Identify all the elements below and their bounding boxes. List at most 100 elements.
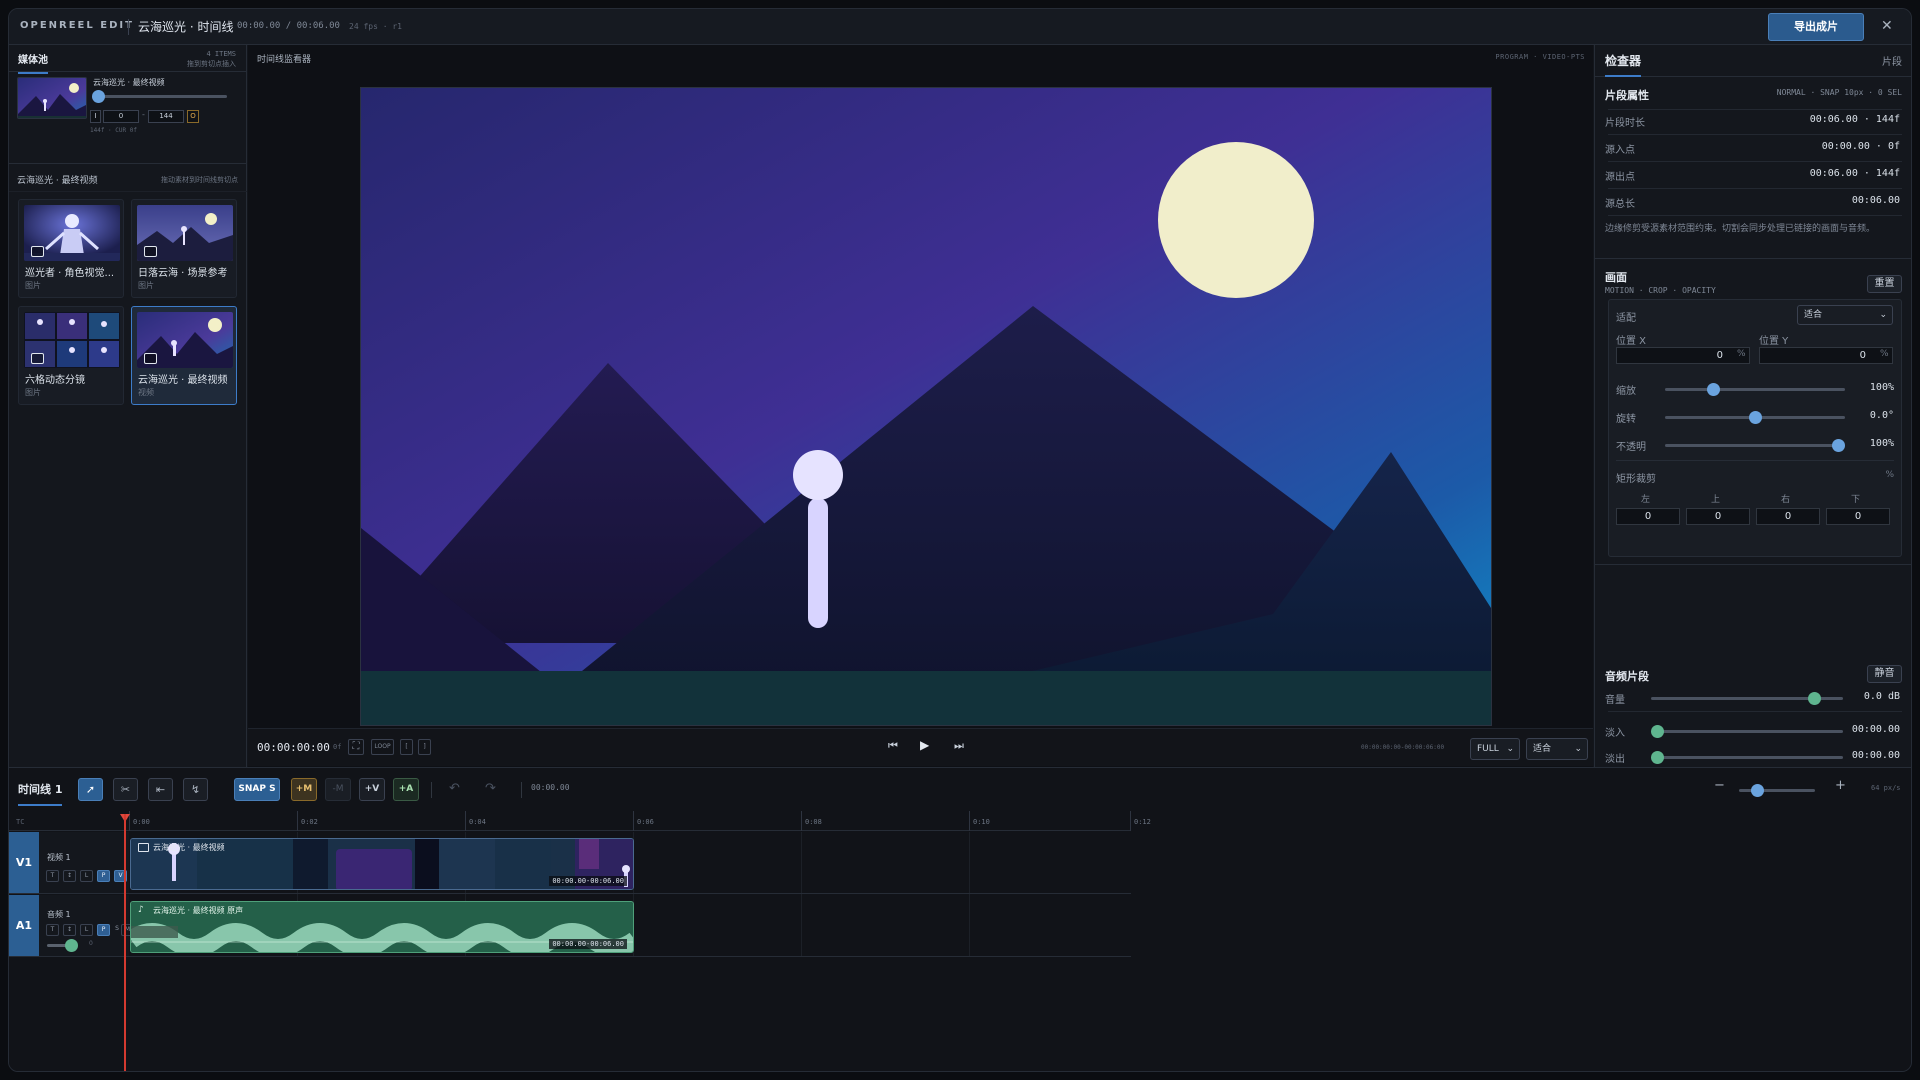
select-tool-icon[interactable]: ➚ [78,778,103,801]
frame-title: 画面 [1605,271,1627,284]
fade-in-label: 淡入 [1605,728,1625,739]
timeline-timecode: 00:00.00 [531,783,570,792]
loop-button[interactable]: LOOP [371,739,394,755]
source-thumbnail[interactable] [17,77,87,119]
zoom-in-icon[interactable]: + [1835,778,1846,793]
track-button[interactable]: T [46,870,59,882]
media-item-selected[interactable]: 云海巡光 · 最终视频 视频 [131,306,237,405]
crop-right-label: 右 [1781,495,1791,505]
clip-properties-section: 片段属性 NORMAL · SNAP 10px · 0 SEL 片段时长 00:… [1595,77,1911,259]
volume-slider[interactable] [1651,692,1843,705]
track-button[interactable]: P [97,924,110,936]
rotation-handle[interactable] [1748,411,1762,424]
opacity-handle[interactable] [1832,439,1845,452]
close-icon[interactable]: ✕ [1881,18,1893,34]
export-button[interactable]: 导出成片 [1768,13,1864,41]
ruler-label: TC [16,818,25,826]
skip-end-icon[interactable]: ⏭ [954,739,964,753]
tab-inspector[interactable]: 检查器 [1605,52,1642,77]
track-button[interactable]: ↕ [63,870,76,882]
zoom-handle[interactable] [1751,784,1764,797]
track-volume-slider[interactable] [47,939,78,952]
track-volume-handle[interactable] [65,939,78,952]
zoom-slider[interactable] [1739,784,1815,797]
source-length-label: 源总长 [1605,199,1635,210]
chevron-down-icon: ⌄ [1879,310,1887,320]
add-marker-button[interactable]: +M [291,778,317,801]
track-button[interactable]: P [97,870,110,882]
volume-label: 音量 [1605,695,1625,706]
track-button[interactable]: S [114,924,120,936]
track-button[interactable]: L [80,870,93,882]
video-clip[interactable]: 云海巡光 · 最终视频 00:00.00-00:06.00 [130,838,634,890]
source-out-field[interactable]: 144 [148,110,184,123]
track-button[interactable]: T [46,924,59,936]
source-out-value: 00:06.00 · 144f [1809,168,1900,179]
fit-mode-value: 适合 [1804,310,1823,320]
undo-icon[interactable]: ↶ [449,781,460,796]
media-item[interactable]: 巡光者 · 角色视觉... 图片 [18,199,124,298]
duration-label: 片段时长 [1605,118,1645,129]
pool-label: 云海巡光 · 最终视频 [17,176,98,186]
pool-hint: 拖动素材到时间线剪切点 [161,176,238,184]
volume-value: 0.0 dB [1863,691,1900,702]
media-thumbnail [137,312,233,368]
fade-in-handle[interactable] [1651,725,1664,738]
track-button[interactable]: ↕ [63,924,76,936]
track-tag: V1 [9,832,39,893]
source-in-button[interactable]: I [90,110,101,123]
mark-in-button[interactable]: [ [400,739,413,755]
fullscreen-icon[interactable]: ⛶ [348,739,364,755]
ripple-tool-icon[interactable]: ⇤ [148,778,173,801]
remove-marker-button[interactable]: -M [325,778,351,801]
crop-left-input[interactable]: 0 [1616,508,1680,525]
program-frame[interactable] [360,87,1492,726]
image-icon [31,353,44,364]
fit-select[interactable]: 适合 ⌄ [1526,738,1588,760]
volume-handle[interactable] [1808,692,1821,705]
divider [9,163,247,164]
add-audio-track-button[interactable]: +A [393,778,419,801]
reset-button[interactable]: 重置 [1867,275,1902,293]
add-video-track-button[interactable]: +V [359,778,385,801]
scale-handle[interactable] [1706,383,1720,396]
time-ruler[interactable]: TC 0:00 0:02 0:04 0:06 0:08 0:10 0:12 [9,811,1151,831]
redo-icon[interactable]: ↷ [485,781,496,796]
zoom-out-icon[interactable]: − [1714,778,1725,793]
play-icon[interactable]: ▶ [920,738,929,752]
track-button[interactable]: L [80,924,93,936]
playhead-line[interactable] [124,814,126,1071]
mute-button[interactable]: 静音 [1867,665,1902,683]
media-item[interactable]: 日落云海 · 场景参考 图片 [131,199,237,298]
position-y-input[interactable]: 0 [1759,347,1893,364]
media-item[interactable]: 六格动态分镜 图片 [18,306,124,405]
source-scrub-handle[interactable] [92,90,105,103]
source-scrub-slider[interactable] [92,90,227,103]
quality-select[interactable]: FULL ⌄ [1470,738,1520,760]
source-clip-name: 云海巡光 · 最终视频 [93,78,165,87]
crop-bottom-input[interactable]: 0 [1826,508,1890,525]
scale-slider[interactable] [1665,383,1845,396]
slip-tool-icon[interactable]: ↯ [183,778,208,801]
rotation-slider[interactable] [1665,411,1845,424]
crop-top-input[interactable]: 0 [1686,508,1750,525]
audio-clip[interactable]: ♪ 云海巡光 · 最终视频 原声 00:00.00-00:06.00 [130,901,634,953]
opacity-slider[interactable] [1665,439,1845,452]
fit-mode-select[interactable]: 适合 ⌄ [1797,305,1893,325]
media-item-type: 图片 [25,388,41,397]
razor-tool-icon[interactable]: ✂ [113,778,138,801]
skip-start-icon[interactable]: ⏮ [888,739,898,753]
fade-out-slider[interactable] [1651,751,1843,764]
timeline-viewer: 时间线监看器 PROGRAM · VIDEO-PTS 00:00:00:00 0… [248,45,1593,767]
fade-out-handle[interactable] [1651,751,1664,764]
media-count: 4 ITEMS [206,50,236,58]
position-x-input[interactable]: 0 [1616,347,1750,364]
tab-clip[interactable]: 片段 [1882,53,1902,68]
mark-out-button[interactable]: ] [418,739,431,755]
tab-timeline[interactable]: 时间线 1 [18,781,63,806]
fade-in-slider[interactable] [1651,725,1843,738]
source-out-button[interactable]: O [187,110,199,123]
crop-right-input[interactable]: 0 [1756,508,1820,525]
source-in-field[interactable]: 0 [103,110,139,123]
snap-toggle[interactable]: SNAP S [234,778,280,801]
